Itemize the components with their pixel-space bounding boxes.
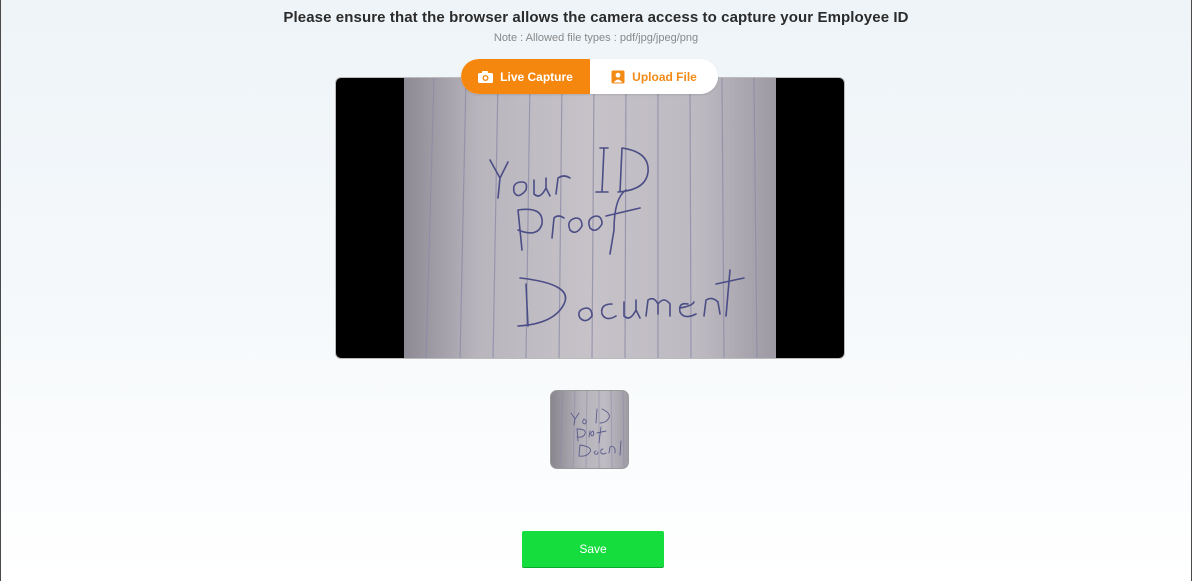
tab-upload-file-label: Upload File [632, 69, 697, 84]
camera-icon [478, 71, 494, 83]
capture-mode-tabs: Live Capture Upload File [461, 59, 718, 94]
allowed-file-types-note: Note : Allowed file types : pdf/jpg/jpeg… [493, 32, 699, 44]
tab-upload-file[interactable]: Upload File [590, 59, 718, 94]
person-badge-icon [611, 70, 625, 84]
save-button[interactable]: Save [522, 531, 664, 567]
tab-live-capture[interactable]: Live Capture [461, 59, 590, 94]
captured-image-thumbnail[interactable] [550, 390, 629, 469]
camera-preview [335, 77, 845, 359]
camera-feed-image [404, 78, 776, 358]
page-instruction: Please ensure that the browser allows th… [283, 9, 909, 26]
tab-live-capture-label: Live Capture [500, 69, 573, 84]
